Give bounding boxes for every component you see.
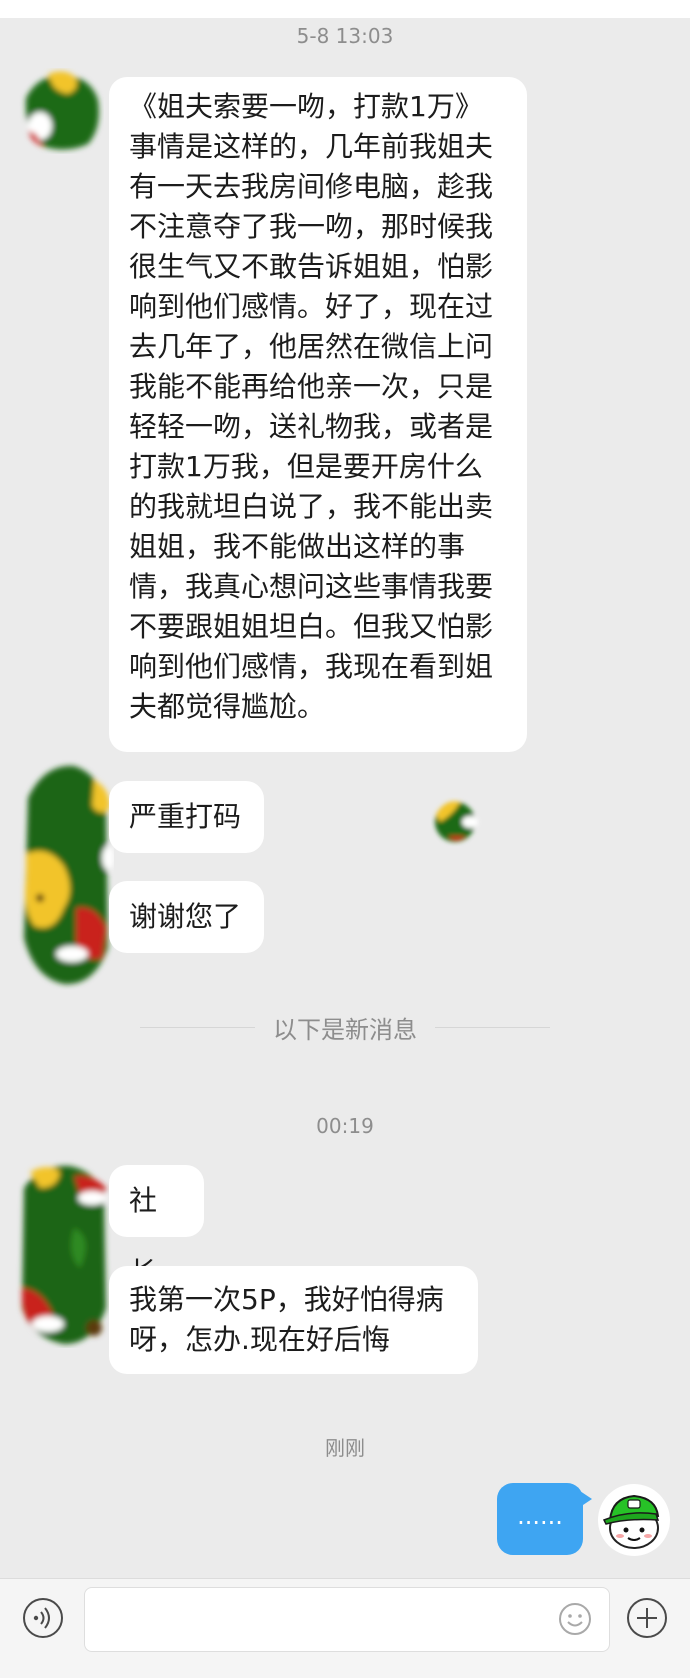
top-strip <box>0 0 690 18</box>
contact-avatar[interactable] <box>14 758 114 990</box>
message-line: 我能不能再给他亲一次，只是 <box>129 370 494 403</box>
message-line: 我第一次5P，我好怕得病 <box>129 1283 444 1316</box>
message-text: 谢谢您了 <box>129 900 242 933</box>
message-text: ...... <box>517 1502 563 1530</box>
message-bubble[interactable]: 谢谢您了 <box>109 881 264 953</box>
message-line: 呀，怎办.现在好后悔 <box>129 1323 390 1356</box>
message-bubble[interactable]: 我第一次5P，我好怕得病 呀，怎办.现在好后悔 <box>109 1266 478 1374</box>
user-avatar[interactable] <box>598 1484 670 1556</box>
timestamp: 5-8 13:03 <box>296 24 394 48</box>
plus-icon[interactable] <box>626 1597 668 1639</box>
message-bubble[interactable]: 严重打码 <box>109 781 264 853</box>
message-line: 情，我真心想问这些事情我要 <box>129 570 494 603</box>
new-messages-label: 以下是新消息 <box>255 1016 435 1044</box>
message-bubble-story[interactable]: 《姐夫索要一吻，打款1万》 事情是这样的，几年前我姐夫 有一天去我房间修电脑，趁… <box>109 77 527 752</box>
message-line: 去几年了，他居然在微信上问 <box>129 330 494 363</box>
new-messages-divider: 以下是新消息 <box>0 1010 690 1045</box>
message-input[interactable] <box>84 1587 610 1652</box>
contact-avatar[interactable] <box>18 68 104 154</box>
message-line: 很生气又不敢告诉姐姐，怕影 <box>129 250 494 283</box>
message-line: 有一天去我房间修电脑，趁我 <box>129 170 494 203</box>
message-line: 姐姐，我不能做出这样的事 <box>129 530 466 563</box>
message-line: 响到他们感情。好了，现在过 <box>129 290 494 323</box>
message-line: 事情是这样的，几年前我姐夫 <box>129 130 494 163</box>
contact-avatar[interactable] <box>14 1158 114 1348</box>
outgoing-message-bubble[interactable]: ...... <box>497 1483 592 1555</box>
message-line: 夫都觉得尴尬。 <box>129 690 326 723</box>
blurred-avatar-icon <box>426 792 484 850</box>
message-line: 《姐夫索要一吻，打款1万》 <box>129 90 483 123</box>
message-line: 响到他们感情，我现在看到姐 <box>129 650 494 683</box>
message-line: 不注意夺了我一吻，那时候我 <box>129 210 494 243</box>
timestamp: 刚刚 <box>325 1436 365 1460</box>
voice-icon[interactable] <box>22 1597 64 1639</box>
message-line: 轻轻一吻，送礼物我，或者是 <box>129 410 494 443</box>
message-text: 严重打码 <box>129 800 242 833</box>
message-line: 不要跟姐姐坦白。但我又怕影 <box>129 610 494 643</box>
message-line: 的我就坦白说了，我不能出卖 <box>129 490 494 523</box>
timestamp: 00:19 <box>316 1114 374 1138</box>
emoji-icon[interactable] <box>557 1601 593 1637</box>
message-bubble[interactable]: 社长 <box>109 1165 204 1289</box>
message-line: 打款1万我，但是要开房什么 <box>129 450 483 483</box>
